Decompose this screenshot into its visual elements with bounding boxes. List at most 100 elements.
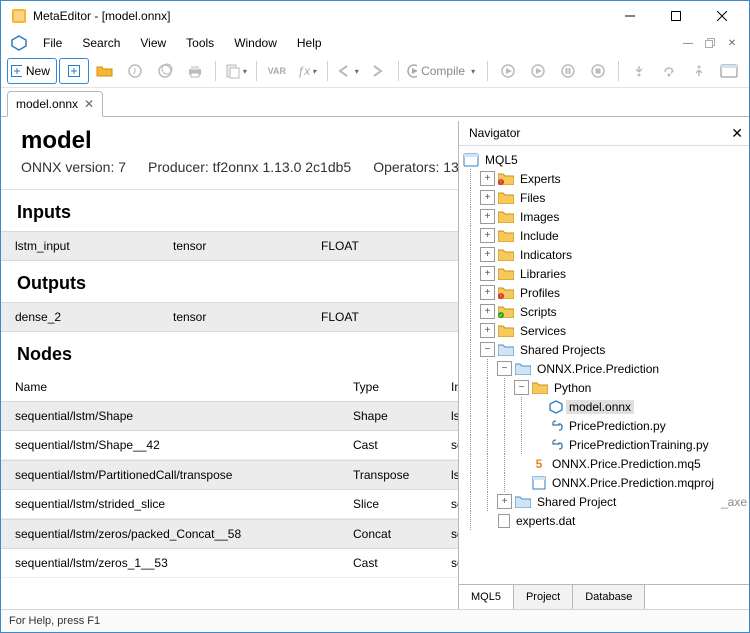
debug-pause-button[interactable] xyxy=(554,59,582,83)
tree-folder[interactable]: +Libraries xyxy=(463,264,749,283)
var-button[interactable]: VAR xyxy=(263,59,291,83)
compile-button[interactable]: Compile▾ xyxy=(405,59,481,83)
navigator-title: Navigator xyxy=(469,126,520,140)
tree-python-folder[interactable]: − Python xyxy=(463,378,749,397)
expand-icon[interactable]: + xyxy=(480,247,495,262)
tree-file-py1[interactable]: PricePrediction.py xyxy=(463,416,749,435)
folder-icon: ✓ xyxy=(498,305,514,318)
expand-icon[interactable]: + xyxy=(480,228,495,243)
close-button[interactable] xyxy=(699,1,745,31)
saveall-button[interactable] xyxy=(151,59,179,83)
debug-stop-button[interactable] xyxy=(584,59,612,83)
tree-shared-projects[interactable]: − Shared Projects xyxy=(463,340,749,359)
new-button[interactable]: New xyxy=(7,58,57,84)
tree-folder[interactable]: +! Profiles xyxy=(463,283,749,302)
navigator-tree[interactable]: MQL5 +!Experts+Files+Images+Include+Indi… xyxy=(459,146,749,584)
step-out-button[interactable] xyxy=(685,59,713,83)
menu-help[interactable]: Help xyxy=(287,31,332,55)
nav-forward-button[interactable] xyxy=(364,59,392,83)
tree-label: model.onnx xyxy=(566,400,634,414)
debug-start2-button[interactable] xyxy=(524,59,552,83)
menu-search[interactable]: Search xyxy=(72,31,130,55)
expand-icon[interactable]: + xyxy=(480,190,495,205)
menu-file[interactable]: File xyxy=(33,31,72,55)
mq5-file-icon: 5 xyxy=(532,457,546,471)
tree-label: Include xyxy=(517,229,562,243)
svg-text:!: ! xyxy=(500,294,501,299)
folder-icon xyxy=(498,210,514,223)
nav-tab-project[interactable]: Project xyxy=(514,585,573,609)
menu-tools[interactable]: Tools xyxy=(176,31,224,55)
expand-icon[interactable]: + xyxy=(480,171,495,186)
folder-icon xyxy=(498,229,514,242)
col-name: Name xyxy=(1,380,349,394)
debug-start-button[interactable] xyxy=(494,59,522,83)
expand-icon[interactable]: + xyxy=(480,209,495,224)
tree-label: Images xyxy=(517,210,562,224)
tree-folder[interactable]: +!Experts xyxy=(463,169,749,188)
collapse-icon[interactable]: − xyxy=(480,342,495,357)
expand-icon[interactable]: + xyxy=(480,266,495,281)
tree-label: Shared Projects xyxy=(517,343,608,357)
nav-tab-database[interactable]: Database xyxy=(573,585,645,609)
node-name-cell: sequential/lstm/PartitionedCall/transpos… xyxy=(1,468,349,482)
tree-folder[interactable]: +Indicators xyxy=(463,245,749,264)
tree-file-py2[interactable]: PricePredictionTraining.py xyxy=(463,435,749,454)
nav-back-button[interactable]: ▾ xyxy=(334,59,362,83)
terminal-button[interactable] xyxy=(715,59,743,83)
truncated-hint: _axe xyxy=(721,495,747,509)
new-item-button[interactable] xyxy=(59,58,89,84)
expand-icon[interactable]: + xyxy=(480,304,495,319)
node-name-cell: sequential/lstm/strided_slice xyxy=(1,497,349,511)
onnx-version: ONNX version: 7 xyxy=(21,159,126,175)
collapse-icon[interactable]: − xyxy=(497,361,512,376)
tree-file-mqproj[interactable]: ONNX.Price.Prediction.mqproj xyxy=(463,473,749,492)
open-button[interactable] xyxy=(91,59,119,83)
tree-label: Services xyxy=(517,324,569,338)
collapse-icon[interactable]: − xyxy=(514,380,529,395)
mdi-close-button[interactable]: ✕ xyxy=(725,36,739,50)
tree-folder[interactable]: + Include xyxy=(463,226,749,245)
tree-file-mq5[interactable]: 5 ONNX.Price.Prediction.mq5 xyxy=(463,454,749,473)
expand-icon[interactable]: + xyxy=(480,285,495,300)
node-type-cell: Slice xyxy=(349,497,447,511)
menu-view[interactable]: View xyxy=(130,31,176,55)
step-over-button[interactable] xyxy=(655,59,683,83)
tab-close-icon[interactable]: ✕ xyxy=(84,97,94,111)
mqproj-file-icon xyxy=(532,476,546,490)
save-button[interactable] xyxy=(121,59,149,83)
tree-folder[interactable]: +Files xyxy=(463,188,749,207)
tree-experts-dat[interactable]: experts.dat xyxy=(463,511,749,530)
tree-root[interactable]: MQL5 xyxy=(463,150,749,169)
tree-label: Profiles xyxy=(517,286,563,300)
navigator-title-bar[interactable]: Navigator ✕ xyxy=(459,121,749,146)
node-type-cell: Shape xyxy=(349,409,447,423)
folder-open-icon xyxy=(532,381,548,394)
nav-tab-mql5[interactable]: MQL5 xyxy=(459,585,514,609)
tree-folder[interactable]: + Images xyxy=(463,207,749,226)
mdi-minimize-button[interactable]: — xyxy=(681,36,695,50)
maximize-button[interactable] xyxy=(653,1,699,31)
minimize-button[interactable] xyxy=(607,1,653,31)
folder-icon xyxy=(515,362,531,375)
node-name-cell: sequential/lstm/Shape xyxy=(1,409,349,423)
tree-folder[interactable]: +✓Scripts xyxy=(463,302,749,321)
folder-icon: ! xyxy=(498,172,514,185)
fx-button[interactable]: ƒx▾ xyxy=(293,59,321,83)
folder-icon: ! xyxy=(498,286,514,299)
tree-shared-project-2[interactable]: + Shared Project _axe xyxy=(463,492,749,511)
tree-label: experts.dat xyxy=(513,514,578,528)
document-tab[interactable]: model.onnx ✕ xyxy=(7,91,103,117)
tree-folder[interactable]: + Services xyxy=(463,321,749,340)
tree-file-model[interactable]: model.onnx xyxy=(463,397,749,416)
navigator-close-icon[interactable]: ✕ xyxy=(731,125,743,142)
snippet-button[interactable]: ▾ xyxy=(222,59,250,83)
menu-window[interactable]: Window xyxy=(224,31,287,55)
expand-icon[interactable]: + xyxy=(480,323,495,338)
print-button[interactable] xyxy=(181,59,209,83)
expand-icon[interactable]: + xyxy=(497,494,512,509)
new-button-label: New xyxy=(26,64,50,78)
mdi-restore-button[interactable] xyxy=(703,36,717,50)
tree-onnx-project[interactable]: − ONNX.Price.Prediction xyxy=(463,359,749,378)
step-into-button[interactable] xyxy=(625,59,653,83)
